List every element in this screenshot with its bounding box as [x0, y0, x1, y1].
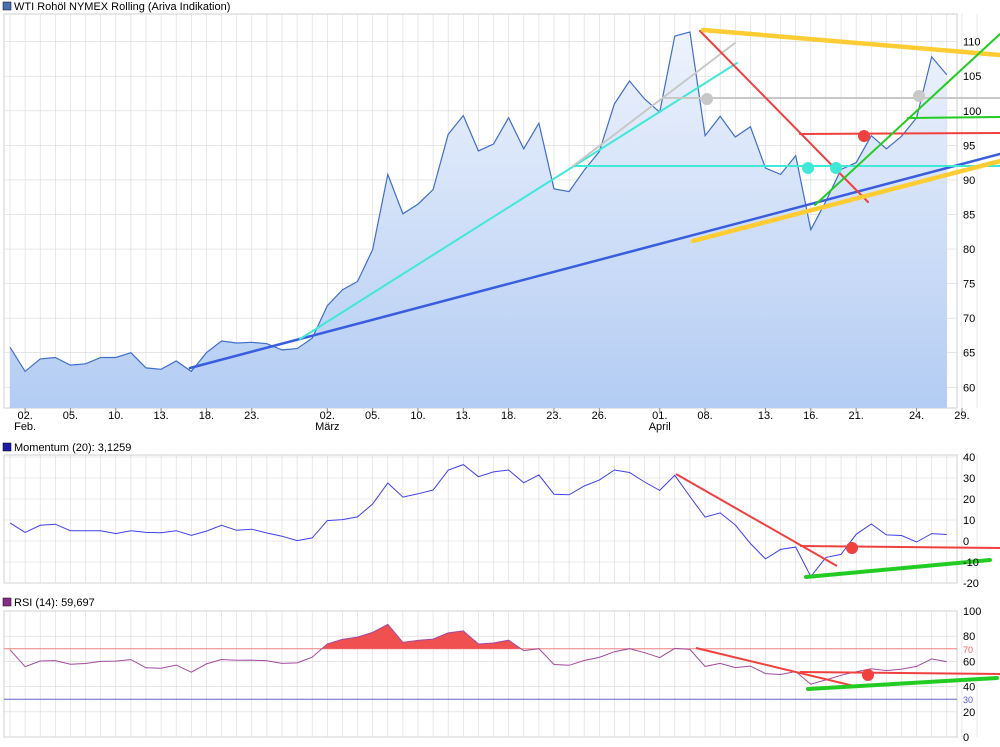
marker-cyan-dot	[830, 162, 842, 174]
momentum-y-tick: 0	[963, 536, 969, 548]
rsi-y-axis: 0 20 40 60 80 100 70 30	[963, 606, 981, 744]
marker-cyan-dot	[802, 162, 814, 174]
price-title: WTI Rohöl NYMEX Rolling (Ariva Indikatio…	[14, 1, 230, 13]
momentum-y-tick: 20	[963, 494, 975, 506]
price-x-tick: 13.	[758, 410, 773, 422]
price-x-tick-month: März	[315, 421, 339, 433]
price-x-tick: 16.	[803, 410, 818, 422]
price-y-tick: 75	[963, 279, 975, 291]
price-x-tick: 29.	[954, 410, 969, 422]
rsi-frame	[3, 610, 958, 738]
price-legend-swatch	[2, 1, 12, 11]
marker-gray-dot	[701, 93, 713, 105]
momentum-legend-swatch	[2, 442, 12, 452]
price-x-tick: 05.	[365, 410, 380, 422]
price-x-tick: 13.	[456, 410, 471, 422]
price-y-tick: 70	[963, 313, 975, 325]
price-y-tick: 95	[963, 140, 975, 152]
price-x-tick: 10.	[410, 410, 425, 422]
momentum-y-tick: -20	[963, 578, 979, 590]
price-y-tick: 100	[963, 106, 981, 118]
price-y-tick: 60	[963, 382, 975, 394]
price-y-tick: 105	[963, 71, 981, 83]
price-x-tick-month: Feb.	[14, 421, 36, 433]
price-y-tick: 90	[963, 175, 975, 187]
rsi-y-tick: 100	[963, 606, 981, 618]
price-x-tick: 24.	[909, 410, 924, 422]
price-x-tick: 13.	[153, 410, 168, 422]
momentum-y-tick: -10	[963, 557, 979, 569]
momentum-title: Momentum (20): 3,1259	[14, 442, 131, 454]
rsi-oversold-label: 30	[963, 695, 973, 705]
momentum-y-tick: 30	[963, 473, 975, 485]
price-x-tick: 18.	[501, 410, 516, 422]
momentum-panel: -20 -10 0 10 20 30 40	[3, 452, 1000, 590]
price-panel: 6065707580859095100105110 02.Feb.05. 10. 1…	[3, 13, 1000, 433]
price-x-tick: 08.	[697, 410, 712, 422]
rsi-panel: 0 20 40 60 80 100 70 30	[3, 606, 1000, 744]
rsi-legend: RSI (14): 59,697	[2, 597, 95, 609]
rsi-legend-swatch	[2, 597, 12, 607]
price-x-tick: 10.	[108, 410, 123, 422]
horizontal-line-green	[907, 116, 1000, 119]
price-y-tick: 65	[963, 348, 975, 360]
price-x-tick: 05.	[63, 410, 78, 422]
price-x-tick: 21.	[849, 410, 864, 422]
rsi-overbought-label: 70	[963, 645, 973, 655]
price-x-tick: 26.	[592, 410, 607, 422]
rsi-y-tick: 40	[963, 682, 975, 694]
price-x-tick: 23.	[546, 410, 561, 422]
rsi-y-tick: 60	[963, 656, 975, 668]
price-y-tick: 110	[963, 37, 981, 49]
price-y-axis: 60 65 70 75 80 85 90 95 100 105 110	[963, 37, 981, 395]
price-y-tick: 80	[963, 244, 975, 256]
momentum-legend: Momentum (20): 3,1259	[2, 442, 131, 454]
rsi-title: RSI (14): 59,697	[14, 597, 95, 609]
price-x-tick: 18.	[199, 410, 214, 422]
price-x-tick: 23.	[244, 410, 259, 422]
rsi-red-dot	[862, 669, 874, 681]
rsi-y-tick: 20	[963, 707, 975, 719]
price-legend: WTI Rohöl NYMEX Rolling (Ariva Indikatio…	[2, 1, 230, 13]
price-y-tick: 85	[963, 209, 975, 221]
momentum-y-tick: 10	[963, 515, 975, 527]
price-x-axis: 02.Feb.05. 10. 13. 18. 23. 02.März05. 10. 13. 18…	[14, 408, 970, 433]
momentum-frame	[3, 454, 958, 584]
price-x-tick-month: April	[649, 421, 671, 433]
marker-gray-dot	[913, 90, 925, 102]
rsi-y-tick: 0	[963, 732, 969, 744]
momentum-y-tick: 40	[963, 452, 975, 464]
marker-red-dot	[858, 130, 870, 142]
momentum-red-dot	[846, 542, 858, 554]
momentum-y-axis: -20 -10 0 10 20 30 40	[963, 452, 979, 590]
rsi-y-tick: 80	[963, 631, 975, 643]
horizontal-line-red	[799, 132, 1000, 135]
chart-canvas: 6065707580859095100105110 02.Feb.05. 10. 1…	[2, 1, 1000, 744]
